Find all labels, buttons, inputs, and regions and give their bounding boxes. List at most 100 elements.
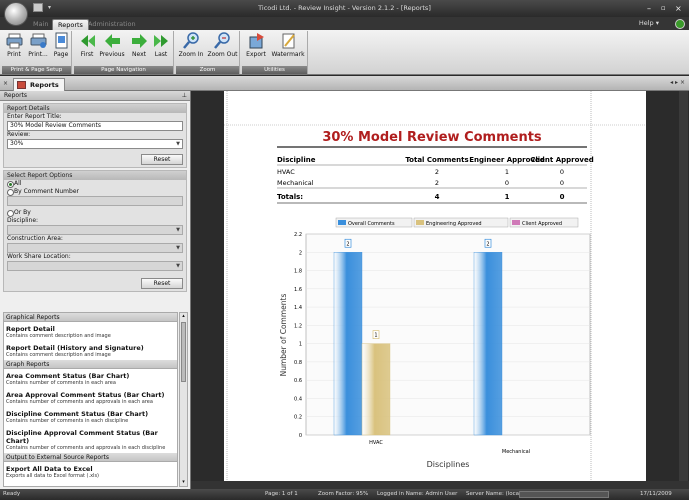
construction-area-select[interactable]: ▼ [7, 243, 183, 253]
discipline-select[interactable]: ▼ [7, 225, 183, 235]
y-tick-label: 1 [299, 342, 302, 348]
report-title-input[interactable]: 30% Model Review Comments [7, 121, 183, 131]
quick-access-save-icon[interactable] [33, 3, 43, 12]
table-header: Client Approved [530, 156, 593, 164]
y-tick-label: 1.2 [294, 323, 302, 329]
reports-tab-label: Reports [30, 81, 59, 89]
scroll-down-icon[interactable]: ▾ [180, 479, 187, 486]
tab-administration[interactable]: Administration [83, 19, 141, 30]
radio-or-by[interactable]: Or By [4, 209, 186, 217]
last-page-button[interactable]: Last [151, 32, 171, 58]
group-zoom: Zoom In Zoom Out Zoom [176, 31, 240, 74]
watermark-button[interactable]: Watermark [270, 32, 306, 58]
zoom-in-label: Zoom In [178, 51, 204, 58]
report-list-item[interactable]: Area Approval Comment Status (Bar Chart)… [4, 388, 177, 407]
close-tab-icon[interactable]: × [3, 80, 8, 87]
legend-label: Client Approved [522, 221, 562, 227]
report-item-title: Area Comment Status (Bar Chart) [6, 372, 130, 380]
quick-access-dropdown-icon[interactable]: ▾ [48, 5, 51, 11]
report-item-title: Discipline Comment Status (Bar Chart) [6, 410, 149, 418]
reset-details-button[interactable]: Reset [141, 154, 183, 165]
report-page: 30% Model Review Comments Discipline Tota… [224, 91, 646, 489]
report-item-description: Contains comment description and image [6, 352, 111, 358]
print-button[interactable]: Print [4, 32, 24, 58]
minimize-icon[interactable]: – [647, 4, 651, 13]
x-tick-label: Mechanical [502, 449, 530, 455]
radio-by-comment-number[interactable]: By Comment Number [4, 188, 186, 196]
comment-number-input[interactable] [7, 196, 183, 206]
radio-all[interactable]: All [4, 180, 186, 188]
construction-area-label: Construction Area: [7, 235, 63, 242]
reset-options-button[interactable]: Reset [141, 278, 183, 289]
first-page-button[interactable]: First [77, 32, 97, 58]
review-select[interactable]: 30% ▼ [7, 139, 183, 149]
report-list-item[interactable]: Report Detail Contains comment descriptio… [4, 322, 177, 341]
viewer-horizontal-scrollbar[interactable] [191, 481, 689, 489]
y-tick-label: 2 [299, 250, 302, 256]
bar [361, 343, 391, 436]
y-tick-label: 1.4 [294, 305, 302, 311]
previous-page-button[interactable]: Previous [98, 32, 126, 58]
tab-reports-document[interactable]: Reports [13, 78, 65, 91]
tab-main[interactable]: Main [28, 19, 54, 30]
zoom-in-button[interactable]: Zoom In [178, 32, 204, 58]
help-icon[interactable] [675, 19, 685, 29]
print-dialog-label: Print... [28, 51, 48, 58]
x-tick-label: HVAC [369, 440, 383, 446]
report-item-title: Discipline Approval Comment Status (Bar … [6, 429, 158, 445]
report-list-item[interactable]: Report Detail (History and Signature) Con… [4, 341, 177, 360]
y-tick-label: 0.4 [294, 396, 302, 402]
next-page-button[interactable]: Next [128, 32, 150, 58]
scroll-up-icon[interactable]: ▴ [180, 313, 187, 320]
pin-icon[interactable]: ⊥ [182, 91, 187, 101]
report-list-item[interactable]: Discipline Comment Status (Bar Chart) Con… [4, 407, 177, 426]
legend-swatch [338, 220, 346, 225]
table-cell: 2 [435, 179, 439, 187]
scrollbar-thumb[interactable] [181, 322, 186, 382]
export-button[interactable]: Export [244, 32, 268, 58]
panel-header-label: Reports [4, 92, 28, 99]
legend-label: Engineering Approved [426, 221, 482, 227]
report-options-title: Select Report Options [4, 171, 186, 180]
report-list-item[interactable]: Export All Data to Excel Exports all data… [4, 462, 177, 481]
print-label: Print [7, 51, 21, 58]
ribbon: Print Print... Page Print & Page Setup F… [0, 30, 689, 75]
report-list-scrollbar[interactable]: ▴ ▾ [179, 312, 188, 487]
status-bar: Ready Page: 1 of 1 Zoom Factor: 95% Logg… [0, 489, 689, 500]
status-page: Page: 1 of 1 [265, 491, 298, 497]
viewer-vertical-scrollbar[interactable] [679, 91, 688, 481]
print-dialog-button[interactable]: Print... [26, 32, 50, 58]
tab-scroll-icon[interactable]: ◂ ▸ × [670, 79, 685, 86]
bar [473, 252, 503, 436]
report-item-description: Contains number of comments in each disc… [6, 418, 129, 424]
zoom-out-icon [214, 32, 230, 49]
report-list-item[interactable]: Discipline Approval Comment Status (Bar … [4, 426, 177, 453]
zoom-out-label: Zoom Out [207, 51, 238, 58]
table-cell: 2 [435, 168, 439, 176]
enter-title-label: Enter Report Title: [7, 113, 62, 120]
y-tick-label: 2.2 [294, 232, 302, 238]
data-label: 2 [346, 241, 349, 247]
page-setup-button[interactable]: Page [52, 32, 70, 58]
reports-panel-header: Reports ⊥ [0, 91, 190, 101]
maximize-icon[interactable]: ▫ [661, 4, 666, 13]
window-title: Ticodi Ltd. - Review Insight - Version 2… [258, 4, 431, 12]
application-menu-button[interactable] [4, 2, 28, 26]
export-icon [249, 33, 264, 49]
table-cell: Mechanical [277, 179, 314, 187]
table-cell: 1 [505, 168, 509, 176]
table-cell: 0 [505, 179, 509, 187]
close-icon[interactable]: × [675, 4, 682, 13]
report-list-item[interactable]: Area Comment Status (Bar Chart) Contains … [4, 369, 177, 388]
summary-table: Discipline Total Comments Engineer Approve… [277, 156, 594, 204]
review-value: 30% [10, 140, 24, 147]
printer-icon [6, 33, 22, 49]
help-menu[interactable]: Help ▾ [639, 19, 659, 28]
document-tab-bar: × Reports ◂ ▸ × [0, 76, 689, 91]
work-share-select[interactable]: ▼ [7, 261, 183, 271]
zoom-out-button[interactable]: Zoom Out [207, 32, 238, 58]
report-item-description: Exports all data to Excel format (.xls) [6, 473, 100, 479]
status-server: Server Name: (local) [466, 491, 523, 497]
report-item-description: Contains number of comments in each area [6, 380, 116, 386]
table-total: 4 [435, 193, 440, 201]
